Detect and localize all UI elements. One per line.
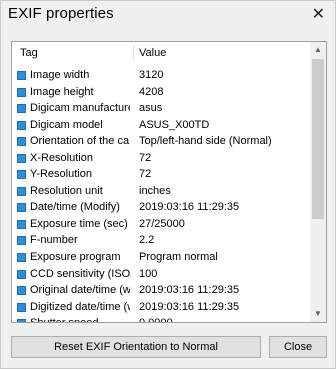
row-value-label: 3120 — [139, 69, 164, 81]
list-item[interactable]: Y-Resolution 72 — [12, 166, 311, 183]
list-item[interactable]: Exposure program Program normal — [12, 249, 311, 266]
list-item[interactable]: CCD sensitivity (ISO) 100 — [12, 266, 311, 283]
blue-square-icon — [17, 87, 26, 97]
list-item[interactable]: Orientation of the ca... Top/left-hand si… — [12, 133, 311, 150]
row-tag-label: Y-Resolution — [30, 168, 92, 181]
blue-square-icon — [17, 203, 26, 213]
blue-square-icon — [17, 153, 26, 163]
dialog-title: EXIF properties — [8, 5, 114, 22]
blue-square-icon — [17, 319, 26, 322]
list-item[interactable]: Image height 4208 — [12, 84, 311, 101]
blue-square-icon — [17, 71, 26, 80]
blue-square-icon — [17, 104, 26, 114]
vertical-scrollbar[interactable]: ▲ ▼ — [310, 42, 326, 322]
column-header-value[interactable]: Value — [139, 47, 166, 59]
blue-square-icon — [17, 170, 26, 180]
exif-list-view[interactable]: Tag Value Image width 3120 Image height 420… — [11, 41, 327, 323]
row-value-label: 27/25000 — [139, 217, 185, 230]
blue-square-icon — [17, 236, 26, 246]
row-tag-label: F-number — [30, 234, 78, 247]
exif-properties-dialog: EXIF properties ✕ Tag Value Image width 3… — [0, 0, 336, 369]
row-value-label: 2019:03:16 11:29:35 — [139, 284, 240, 297]
row-tag-label: Digicam manufacturer — [30, 102, 130, 115]
row-value-label: Program normal — [139, 251, 218, 264]
list-rows: Image width 3120 Image height 4208 Digicam m… — [12, 67, 311, 322]
list-item[interactable]: Exposure time (sec) 27/25000 — [12, 216, 311, 233]
list-item[interactable]: Date/time (Modify) 2019:03:16 11:29:35 — [12, 199, 311, 216]
list-item[interactable]: Shutter speed 0.0000 — [12, 315, 311, 322]
close-icon[interactable]: ✕ — [312, 4, 325, 24]
row-value-label: 72 — [139, 151, 152, 164]
list-item[interactable]: Digitized date/time (w... 2019:03:16 11:2… — [12, 299, 311, 316]
row-value-label: inches — [139, 184, 171, 197]
row-tag-label: Shutter speed — [30, 317, 130, 322]
blue-square-icon — [17, 269, 26, 279]
list-item[interactable]: Image width 3120 — [12, 67, 311, 84]
column-header-tag[interactable]: Tag — [20, 47, 38, 59]
list-item[interactable]: F-number 2.2 — [12, 232, 311, 249]
row-value-label: ASUS_X00TD — [139, 118, 210, 131]
row-value-label: 2019:03:16 11:29:35 — [139, 300, 240, 313]
row-value-label: 72 — [139, 168, 152, 181]
blue-square-icon — [17, 219, 26, 229]
row-value-label: asus — [139, 102, 163, 115]
list-item[interactable]: Resolution unit inches — [12, 183, 311, 200]
list-item[interactable]: Digicam manufacturer asus — [12, 100, 311, 117]
list-item[interactable]: Digicam model ASUS_X00TD — [12, 117, 311, 134]
row-tag-label: Digicam model — [30, 118, 103, 131]
blue-square-icon — [17, 120, 26, 130]
column-separator[interactable] — [133, 45, 134, 61]
row-tag-label: Resolution unit — [30, 184, 103, 197]
row-tag-label: Orientation of the ca... — [30, 135, 130, 148]
row-tag-label: Original date/time (w... — [30, 284, 130, 297]
blue-square-icon — [17, 286, 26, 296]
row-value-label: 100 — [139, 267, 158, 280]
close-button[interactable]: Close — [269, 336, 327, 358]
scroll-up-arrow-icon[interactable]: ▲ — [310, 42, 326, 58]
list-header: Tag Value — [12, 42, 311, 63]
row-value-label: Top/left-hand side (Normal) — [139, 135, 272, 148]
blue-square-icon — [17, 137, 26, 147]
blue-square-icon — [17, 186, 26, 196]
row-tag-label: X-Resolution — [30, 151, 93, 164]
blue-square-icon — [17, 253, 26, 263]
list-item[interactable]: Original date/time (w... 2019:03:16 11:29… — [12, 282, 311, 299]
reset-exif-orientation-button[interactable]: Reset EXIF Orientation to Normal — [11, 336, 261, 358]
row-tag-label: Exposure program — [30, 251, 121, 264]
row-tag-label: Image width — [30, 69, 90, 81]
row-tag-label: Image height — [30, 85, 94, 98]
row-value-label: 2019:03:16 11:29:35 — [139, 201, 240, 214]
row-tag-label: Digitized date/time (w... — [30, 300, 130, 313]
list-item[interactable]: X-Resolution 72 — [12, 150, 311, 167]
row-tag-label: Date/time (Modify) — [30, 201, 120, 214]
row-tag-label: CCD sensitivity (ISO) — [30, 267, 130, 280]
row-value-label: 0.0000 — [139, 317, 173, 322]
scrollbar-thumb[interactable] — [312, 59, 324, 219]
row-value-label: 2.2 — [139, 234, 155, 247]
row-tag-label: Exposure time (sec) — [30, 217, 128, 230]
scroll-down-arrow-icon[interactable]: ▼ — [310, 306, 326, 322]
blue-square-icon — [17, 302, 26, 312]
row-value-label: 4208 — [139, 85, 164, 98]
